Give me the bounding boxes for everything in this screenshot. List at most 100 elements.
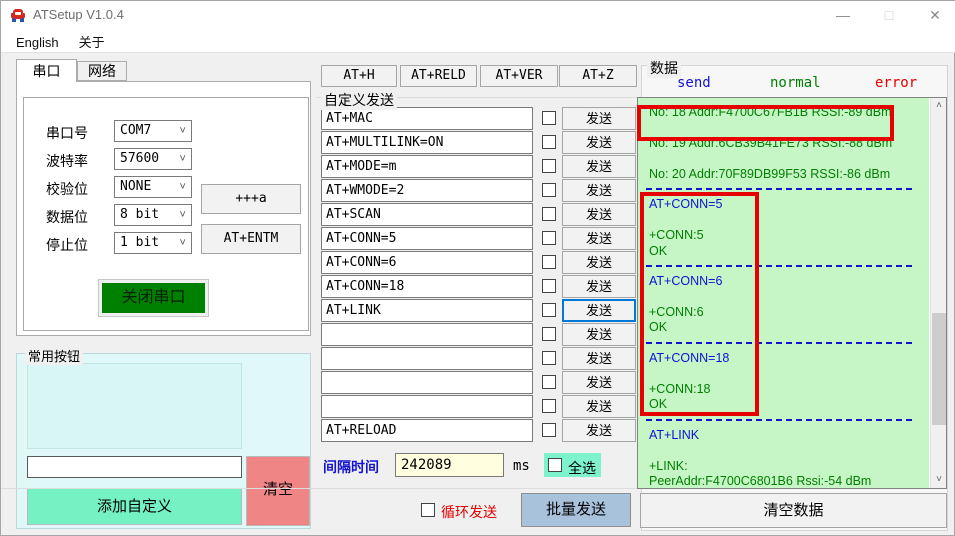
send-button[interactable]: 发送 <box>562 275 636 298</box>
log-line: AT+CONN=18 <box>649 351 924 366</box>
tab-label: 网络 <box>88 63 116 79</box>
quick-command-button[interactable]: AT+RELD <box>400 65 477 87</box>
command-input[interactable] <box>321 155 533 178</box>
send-button[interactable]: 发送 <box>562 227 636 250</box>
send-button[interactable]: 发送 <box>562 347 636 370</box>
command-input[interactable] <box>321 299 533 322</box>
command-checkbox[interactable] <box>542 279 556 293</box>
send-button[interactable]: 发送 <box>562 107 636 130</box>
send-button[interactable]: 发送 <box>562 323 636 346</box>
send-button[interactable]: 发送 <box>562 371 636 394</box>
app-icon <box>10 7 26 23</box>
custom-send-title: 自定义发送 <box>321 90 397 110</box>
custom-send-row: 发送 <box>321 323 639 346</box>
quick-command-button[interactable]: AT+Z <box>559 65 637 87</box>
command-checkbox[interactable] <box>542 159 556 173</box>
command-checkbox[interactable] <box>542 135 556 149</box>
send-button[interactable]: 发送 <box>562 419 636 442</box>
maximize-button[interactable]: □ <box>866 1 912 29</box>
custom-send-row: 发送 <box>321 203 639 226</box>
field-label: 串口号 <box>46 123 88 143</box>
command-input[interactable] <box>321 419 533 442</box>
command-checkbox[interactable] <box>542 111 556 125</box>
tab-1[interactable]: 网络 <box>77 61 127 81</box>
command-input[interactable] <box>321 347 533 370</box>
send-button[interactable]: 发送 <box>562 203 636 226</box>
scroll-down-icon[interactable]: ˅ <box>931 472 947 488</box>
field-dropdown[interactable]: 57600 ˅ <box>114 148 192 170</box>
minimize-button[interactable]: — <box>820 1 866 29</box>
command-input[interactable] <box>321 179 533 202</box>
plus-a-button[interactable]: +++a <box>201 184 301 214</box>
send-button[interactable]: 发送 <box>562 299 636 322</box>
command-checkbox[interactable] <box>542 423 556 437</box>
command-input[interactable] <box>321 203 533 226</box>
scrollbar-thumb[interactable] <box>932 313 946 425</box>
field-dropdown[interactable]: COM7 ˅ <box>114 120 192 142</box>
command-input[interactable] <box>321 227 533 250</box>
custom-command-input[interactable] <box>27 456 242 478</box>
send-button[interactable]: 发送 <box>562 395 636 418</box>
command-checkbox[interactable] <box>542 351 556 365</box>
menu-item[interactable]: English <box>6 32 69 53</box>
command-input[interactable] <box>321 107 533 130</box>
scroll-up-icon[interactable]: ˄ <box>931 98 947 114</box>
at-entm-button[interactable]: AT+ENTM <box>201 224 301 254</box>
data-log-area[interactable]: No: 18 Addr:F4700C67FB1B RSSI:-89 dBmNo:… <box>638 98 929 488</box>
close-button[interactable]: ✕ <box>912 1 955 29</box>
menu-item[interactable]: 关于 <box>69 29 115 54</box>
interval-input[interactable] <box>395 453 504 477</box>
send-button[interactable]: 发送 <box>562 155 636 178</box>
tab-label: 串口 <box>33 63 61 79</box>
command-checkbox[interactable] <box>542 231 556 245</box>
command-input[interactable] <box>321 275 533 298</box>
log-line: AT+LINK <box>649 428 924 443</box>
title-bar: ATSetup V1.0.4 — □ ✕ <box>1 1 955 30</box>
command-checkbox[interactable] <box>542 183 556 197</box>
tab-0[interactable]: 串口 <box>16 59 77 82</box>
log-line <box>649 213 924 228</box>
log-line <box>649 413 924 428</box>
quick-command-button[interactable]: AT+H <box>321 65 397 87</box>
select-all-checkbox[interactable] <box>548 458 562 472</box>
log-line: AT+CONN=5 <box>649 197 924 212</box>
bottom-separator <box>1 488 649 489</box>
clear-common-button[interactable]: 清空 <box>246 456 310 526</box>
close-serial-button[interactable]: 关闭串口 <box>98 279 209 317</box>
log-line: OK <box>649 320 924 335</box>
field-dropdown[interactable]: 8 bit ˅ <box>114 204 192 226</box>
custom-send-row: 发送 <box>321 179 639 202</box>
command-input[interactable] <box>321 395 533 418</box>
command-input[interactable] <box>321 371 533 394</box>
log-line: +CONN:5 <box>649 228 924 243</box>
loop-send-checkbox[interactable] <box>421 503 435 517</box>
log-line <box>649 444 924 459</box>
command-input[interactable] <box>321 251 533 274</box>
command-input[interactable] <box>321 131 533 154</box>
dropdown-value: COM7 <box>120 123 151 138</box>
common-buttons-area[interactable] <box>27 363 242 449</box>
legend-normal: normal <box>770 75 821 91</box>
send-button[interactable]: 发送 <box>562 131 636 154</box>
field-dropdown[interactable]: 1 bit ˅ <box>114 232 192 254</box>
command-input[interactable] <box>321 323 533 346</box>
send-button[interactable]: 发送 <box>562 251 636 274</box>
select-all-label: 全选 <box>568 458 596 478</box>
field-dropdown[interactable]: NONE ˅ <box>114 176 192 198</box>
custom-send-row: 发送 <box>321 419 639 442</box>
command-checkbox[interactable] <box>542 207 556 221</box>
send-button[interactable]: 发送 <box>562 179 636 202</box>
quick-command-button[interactable]: AT+VER <box>480 65 558 87</box>
command-checkbox[interactable] <box>542 399 556 413</box>
command-checkbox[interactable] <box>542 375 556 389</box>
add-custom-button[interactable]: 添加自定义 <box>27 488 242 525</box>
clear-data-button[interactable]: 清空数据 <box>640 493 947 528</box>
data-scrollbar[interactable]: ˄ ˅ <box>930 98 946 488</box>
log-line: +CONN:18 <box>649 382 924 397</box>
chevron-down-icon: ˅ <box>179 121 186 141</box>
batch-send-button[interactable]: 批量发送 <box>521 493 631 527</box>
command-checkbox[interactable] <box>542 327 556 341</box>
command-checkbox[interactable] <box>542 255 556 269</box>
log-line: No: 19 Addr:6CB39B41FE73 RSSI:-88 dBm <box>649 136 924 151</box>
command-checkbox[interactable] <box>542 303 556 317</box>
